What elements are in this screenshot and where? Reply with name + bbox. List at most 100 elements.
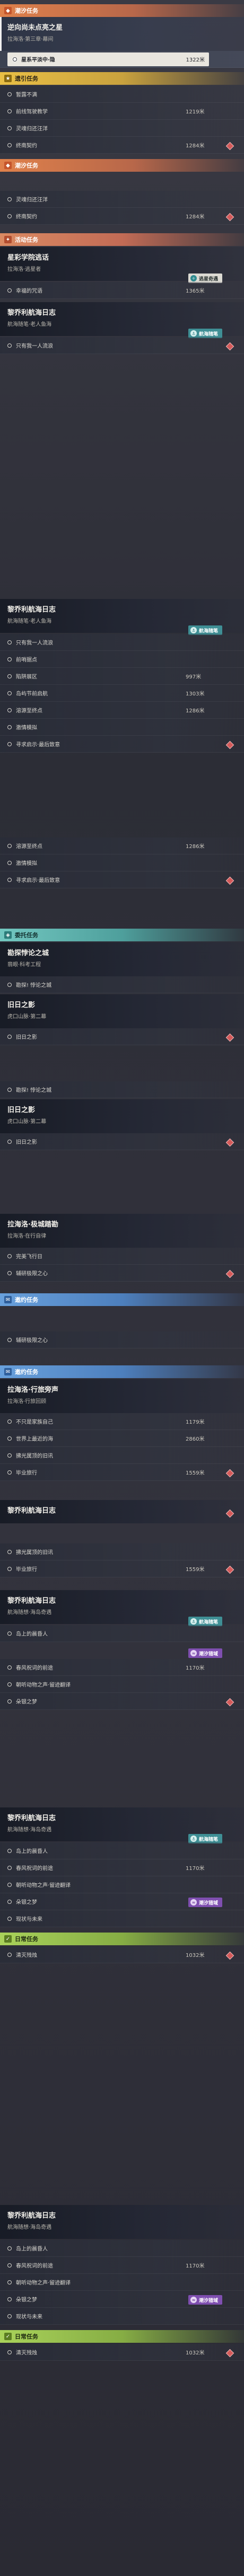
quest-step[interactable]: 清灭残烛 1032米 bbox=[0, 1946, 244, 1963]
ship-icon: ⚓ bbox=[190, 330, 197, 337]
step-radio bbox=[7, 109, 12, 113]
quest-step[interactable]: 溶源至终点 1286米 bbox=[0, 702, 244, 719]
quest-step[interactable]: 春风祝词的前途 1170米 bbox=[0, 1659, 244, 1676]
step-label: 朝听动物之声·留迹翻译 bbox=[16, 1883, 71, 1889]
quest-card[interactable]: 拉海洛·极城踏勘 拉海洛·在行自律 bbox=[0, 1214, 244, 1248]
step-distance: 1303米 bbox=[186, 691, 205, 697]
step-radio bbox=[7, 1848, 12, 1853]
quest-step[interactable]: 星系平淡中·隐 1322米 bbox=[0, 51, 244, 68]
step-radio bbox=[7, 877, 12, 882]
section-header-guide[interactable]: ✓ 日常任务 bbox=[0, 1933, 244, 1945]
section-header-guide[interactable]: ✓ 日常任务 bbox=[0, 2330, 244, 2343]
quest-card[interactable]: 勘探悖论之城 翡眼·科考工程 bbox=[0, 942, 244, 976]
quest-step[interactable]: 现状与未来 bbox=[0, 2308, 244, 2325]
quest-step[interactable]: 清灭残烛 1032米 bbox=[0, 2344, 244, 2361]
quest-step[interactable]: 毕业旅行 1559米 bbox=[0, 1560, 244, 1577]
section-header-daily[interactable]: ★ 遗引任务 bbox=[0, 72, 244, 85]
quest-card[interactable]: 逆向尚未点亮之星 拉海洛·第三章·幕间 bbox=[0, 17, 244, 51]
quest-step[interactable]: 溶源至终点 1286米 bbox=[0, 837, 244, 854]
step-label: 溶源至终点 bbox=[16, 708, 42, 714]
wave-icon: ≈ bbox=[190, 1899, 197, 1905]
quest-step[interactable]: 前哨据点 bbox=[0, 651, 244, 668]
quest-step[interactable]: 寻求启示·最后致意 bbox=[0, 871, 244, 888]
quest-step[interactable]: 毕业旅行 1559米 bbox=[0, 1464, 244, 1481]
quest-step[interactable]: 终南契约 1284米 bbox=[0, 208, 244, 225]
quest-step[interactable]: 终南契约 1284米 bbox=[0, 137, 244, 154]
quest-step[interactable]: 暂露不满 bbox=[0, 86, 244, 103]
step-label: 前线驾驶教学 bbox=[16, 109, 48, 115]
quest-step[interactable]: 灵魂归还汪洋 bbox=[0, 120, 244, 137]
quest-step[interactable]: 旧日之影 bbox=[0, 1028, 244, 1045]
quest-step[interactable]: 幸福的咒语 1365米 bbox=[0, 282, 244, 299]
step-radio bbox=[7, 1952, 12, 1957]
step-radio bbox=[7, 691, 12, 695]
section-header-invite[interactable]: ✉ 邀约任务 bbox=[0, 1365, 244, 1378]
quest-step[interactable]: 前线驾驶教学 1219米 bbox=[0, 103, 244, 120]
step-label: 岛屿节前启航 bbox=[16, 691, 48, 697]
quest-step[interactable]: 旧日之影 bbox=[0, 1133, 244, 1150]
quest-title: 星彩学院逃话 bbox=[7, 254, 49, 262]
step-label: 暂露不满 bbox=[16, 92, 37, 98]
step-label: 旧日之影 bbox=[16, 1035, 37, 1040]
invite-quest-icon: ✉ bbox=[4, 1368, 12, 1375]
quest-step[interactable]: 春风祝词的前途 1170米 bbox=[0, 1859, 244, 1876]
quest-step[interactable]: 岛屿节前启航 1303米 bbox=[0, 685, 244, 702]
step-label: 灵魂归还汪洋 bbox=[16, 197, 48, 203]
quest-step[interactable]: 岛上的晨昏人 bbox=[0, 1625, 244, 1642]
quest-step[interactable]: 现状与未来 bbox=[0, 1910, 244, 1927]
quest-card[interactable]: 拉海洛·行旅旁声 拉海洛·行旅回顾 bbox=[0, 1379, 244, 1413]
tag-label: 潮汐猎域 bbox=[199, 1651, 219, 1657]
quest-step[interactable]: 辅研极限之心 bbox=[0, 1331, 244, 1348]
quest-card[interactable]: 黎乔利航海日志 航海随想·海岛奇遇 bbox=[0, 2205, 244, 2239]
step-radio bbox=[7, 2280, 12, 2284]
section-header-event[interactable]: ✦ 活动任务 bbox=[0, 233, 244, 246]
step-radio bbox=[7, 1034, 12, 1039]
section-header-invite[interactable]: ✉ 邀约任务 bbox=[0, 1293, 244, 1306]
section-header-story[interactable]: ◆ 潮汐任务 bbox=[0, 159, 244, 172]
quest-step[interactable]: 勘探! 悖论之城 bbox=[0, 976, 244, 993]
quest-title: 逆向尚未点亮之星 bbox=[7, 24, 63, 32]
quest-card[interactable]: 旧日之影 虎口山脉·第二幕 bbox=[0, 994, 244, 1028]
quest-step[interactable]: 激情模拟 bbox=[0, 854, 244, 871]
quest-step[interactable]: 激情模拟 bbox=[0, 719, 244, 736]
quest-step[interactable]: 寻求启示·最后致意 bbox=[0, 736, 244, 753]
quest-step[interactable]: 朝听动物之声·留迹翻译 bbox=[0, 2274, 244, 2291]
step-distance: 1032米 bbox=[186, 1953, 205, 1959]
quest-step[interactable]: 岛上的晨昏人 bbox=[0, 1842, 244, 1859]
quest-step[interactable]: 拂光属顶的旧讯 bbox=[0, 1543, 244, 1560]
quest-step[interactable]: 只有我一人流浪 bbox=[0, 634, 244, 651]
quest-step[interactable]: 拂光属顶的旧讯 bbox=[0, 1447, 244, 1464]
tag-label: 逃星奇遇 bbox=[199, 276, 219, 282]
step-label: 勘探! 悖论之城 bbox=[16, 1088, 52, 1093]
star-icon: ✧ bbox=[190, 275, 197, 281]
quest-step[interactable]: 春风祝词的前途 1170米 bbox=[0, 2257, 244, 2274]
step-radio bbox=[7, 2246, 12, 2251]
step-label: 毕业旅行 bbox=[16, 1470, 37, 1476]
quest-step[interactable]: 岛上的晨昏人 bbox=[0, 2240, 244, 2257]
quest-step[interactable]: 朵银之梦 bbox=[0, 1693, 244, 1710]
step-radio bbox=[7, 1419, 12, 1424]
step-label: 世界上最近的海 bbox=[16, 1436, 53, 1442]
quest-step[interactable]: 朝听动物之声·留迹翻译 bbox=[0, 1676, 244, 1693]
quest-subtitle: 航海随想·海岛奇遇 bbox=[7, 1610, 52, 1616]
quest-step[interactable]: 灵魂归还汪洋 bbox=[0, 191, 244, 208]
step-label: 激情模拟 bbox=[16, 861, 37, 867]
step-label: 终南契约 bbox=[16, 143, 37, 149]
quest-step[interactable]: 世界上最近的海 2860米 bbox=[0, 1430, 244, 1447]
quest-step[interactable]: 辅研极限之心 bbox=[0, 1265, 244, 1282]
section-header-story[interactable]: ◆ 潮汐任务 bbox=[0, 4, 244, 17]
quest-step[interactable]: 朝听动物之声·留迹翻译 bbox=[0, 1876, 244, 1893]
quest-step[interactable]: 勘探! 悖论之城 bbox=[0, 1081, 244, 1098]
quest-step[interactable]: 不只是家族自己 1179米 bbox=[0, 1413, 244, 1430]
step-label: 春风祝词的前途 bbox=[16, 1665, 53, 1671]
step-radio bbox=[7, 860, 12, 865]
section-header-side[interactable]: ◈ 委托任务 bbox=[0, 929, 244, 941]
quest-step[interactable]: 只有我一人流浪 bbox=[0, 337, 244, 354]
quest-step[interactable]: 完美飞行日 bbox=[0, 1248, 244, 1265]
step-label: 朝听动物之声·留迹翻译 bbox=[16, 1682, 71, 1688]
step-label: 辅研极限之心 bbox=[16, 1271, 48, 1277]
step-radio bbox=[7, 1566, 12, 1571]
quest-card[interactable]: 黎乔利航海日志 bbox=[0, 1500, 244, 1523]
quest-card[interactable]: 旧日之影 虎口山脉·第二幕 bbox=[0, 1099, 244, 1133]
quest-step[interactable]: 陷阱展区 997米 bbox=[0, 668, 244, 685]
